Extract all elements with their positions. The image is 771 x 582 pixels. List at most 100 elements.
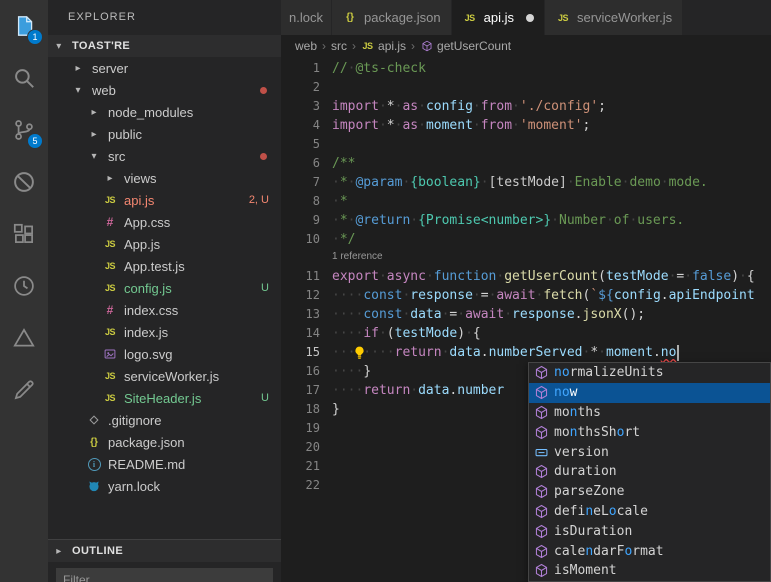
tree-item-yarn.lock[interactable]: yarn.lock — [48, 475, 281, 497]
line-content: ·* — [332, 192, 771, 211]
whitespace-dots: ···· — [332, 307, 363, 322]
method-icon — [533, 484, 549, 500]
line-number: 6 — [281, 154, 332, 173]
tree-item-package.json[interactable]: {}package.json — [48, 431, 281, 453]
tab-api.js[interactable]: JSapi.js — [452, 0, 545, 35]
activity-item-edit[interactable] — [0, 364, 48, 416]
tree-item-src[interactable]: ▾src — [48, 145, 281, 167]
workspace-section-header[interactable]: ▾ TOAST'RE — [48, 35, 281, 57]
suggestion-duration[interactable]: duration — [529, 462, 770, 482]
filter-input[interactable] — [56, 568, 273, 582]
code-token: Enable — [575, 175, 622, 190]
breadcrumb-item-web[interactable]: web — [295, 39, 317, 53]
suggestion-text: ths — [577, 405, 600, 420]
whitespace-dots: · — [473, 288, 481, 303]
tree-item-serviceWorker.js[interactable]: JSserviceWorker.js — [48, 365, 281, 387]
line-number: 3 — [281, 97, 332, 116]
js-file-icon: JS — [555, 10, 571, 26]
breadcrumb-label: api.js — [378, 39, 406, 53]
suggestion-label: now — [554, 385, 577, 400]
suggestion-months[interactable]: months — [529, 403, 770, 423]
tree-item-index.css[interactable]: #index.css — [48, 299, 281, 321]
tab-package.json[interactable]: {}package.json — [332, 0, 452, 35]
activity-item-search[interactable] — [0, 52, 48, 104]
tree-item-label: index.css — [124, 303, 178, 318]
suggestion-isMoment[interactable]: isMoment — [529, 561, 770, 581]
activity-item-history[interactable] — [0, 260, 48, 312]
activity-item-source-control[interactable]: 5 — [0, 104, 48, 156]
whitespace-dots: · — [473, 118, 481, 133]
code-token: @param — [355, 175, 402, 190]
outline-section-header[interactable]: ▸ OUTLINE — [48, 539, 281, 562]
tree-item-views[interactable]: ▸views — [48, 167, 281, 189]
line-content — [332, 135, 771, 154]
tree-item-label: yarn.lock — [108, 479, 160, 494]
suggestion-parseZone[interactable]: parseZone — [529, 482, 770, 502]
line-content: import·*·as·config·from·'./config'; — [332, 97, 771, 116]
tree-item-config.js[interactable]: JSconfig.jsU — [48, 277, 281, 299]
tab-label: n.lock — [289, 10, 323, 25]
suggestion-label: months — [554, 405, 601, 420]
tree-item-README.md[interactable]: iREADME.md — [48, 453, 281, 475]
code-token: false — [692, 269, 731, 284]
activity-item-blocked[interactable] — [0, 156, 48, 208]
breadcrumb-item-api.js[interactable]: JSapi.js — [361, 39, 406, 53]
breadcrumb-item-getUserCount[interactable]: getUserCount — [420, 39, 511, 53]
activity-item-explorer[interactable]: 1 — [0, 0, 48, 52]
code-token: * — [387, 118, 395, 133]
suggestion-label: normalizeUnits — [554, 365, 664, 380]
code-token: . — [653, 345, 661, 360]
code-token: @return — [355, 213, 410, 228]
tree-item-api.js[interactable]: JSapi.js2, U — [48, 189, 281, 211]
json-file-icon: {} — [86, 434, 102, 450]
code-token: demo — [629, 175, 660, 190]
codelens-reference[interactable]: 1 reference — [281, 249, 383, 267]
suggestion-version[interactable]: version — [529, 442, 770, 462]
lightbulb-icon[interactable] — [352, 345, 367, 360]
tree-item-index.js[interactable]: JSindex.js — [48, 321, 281, 343]
line-content: import·*·as·moment·from·'moment'; — [332, 116, 771, 135]
tree-item-App.js[interactable]: JSApp.js — [48, 233, 281, 255]
no-entry-icon — [11, 169, 37, 195]
activity-item-extensions[interactable] — [0, 208, 48, 260]
tree-item-label: server — [92, 61, 128, 76]
breadcrumb-item-src[interactable]: src — [331, 39, 347, 53]
line-content — [332, 78, 771, 97]
code-token: getUserCount — [504, 269, 598, 284]
tab-n.lock[interactable]: n.lock — [281, 0, 332, 35]
whitespace-dots: · — [426, 269, 434, 284]
code-token: * — [340, 213, 348, 228]
git-file-icon — [86, 412, 102, 428]
whitespace-dots: · — [457, 307, 465, 322]
js-file-icon: JS — [462, 10, 478, 26]
search-icon — [11, 65, 37, 91]
js-file-icon: JS — [102, 280, 118, 296]
tree-item-public[interactable]: ▸public — [48, 123, 281, 145]
suggestion-label: monthsShort — [554, 425, 640, 440]
suggestion-normalizeUnits[interactable]: normalizeUnits — [529, 363, 770, 383]
suggestion-isDuration[interactable]: isDuration — [529, 521, 770, 541]
workspace-name: TOAST'RE — [72, 40, 130, 52]
code-token: (); — [622, 307, 645, 322]
line-number: 10 — [281, 230, 332, 249]
tree-item-logo.svg[interactable]: logo.svg — [48, 343, 281, 365]
tree-item-server[interactable]: ▸server — [48, 57, 281, 79]
tree-item-.gitignore[interactable]: .gitignore — [48, 409, 281, 431]
tree-item-App.test.js[interactable]: JSApp.test.js — [48, 255, 281, 277]
chevron-down-icon: ▾ — [86, 151, 102, 162]
suggestion-calendarFormat[interactable]: calendarFormat — [529, 541, 770, 561]
tree-item-web[interactable]: ▾web — [48, 79, 281, 101]
tab-label: package.json — [364, 10, 441, 25]
activity-item-run[interactable] — [0, 312, 48, 364]
code-token: * — [340, 175, 348, 190]
tree-item-App.css[interactable]: #App.css — [48, 211, 281, 233]
tree-item-SiteHeader.js[interactable]: JSSiteHeader.jsU — [48, 387, 281, 409]
suggestion-defineLocale[interactable]: defineLocale — [529, 502, 770, 522]
tree-item-node_modules[interactable]: ▸node_modules — [48, 101, 281, 123]
whitespace-dots: ···· — [332, 364, 363, 379]
breadcrumb: web›src›JSapi.js›getUserCount — [281, 35, 771, 57]
suggestion-monthsShort[interactable]: monthsShort — [529, 422, 770, 442]
tab-serviceWorker.js[interactable]: JSserviceWorker.js — [545, 0, 683, 35]
code-token: {Promise<number>} — [418, 213, 551, 228]
suggestion-now[interactable]: now — [529, 383, 770, 403]
